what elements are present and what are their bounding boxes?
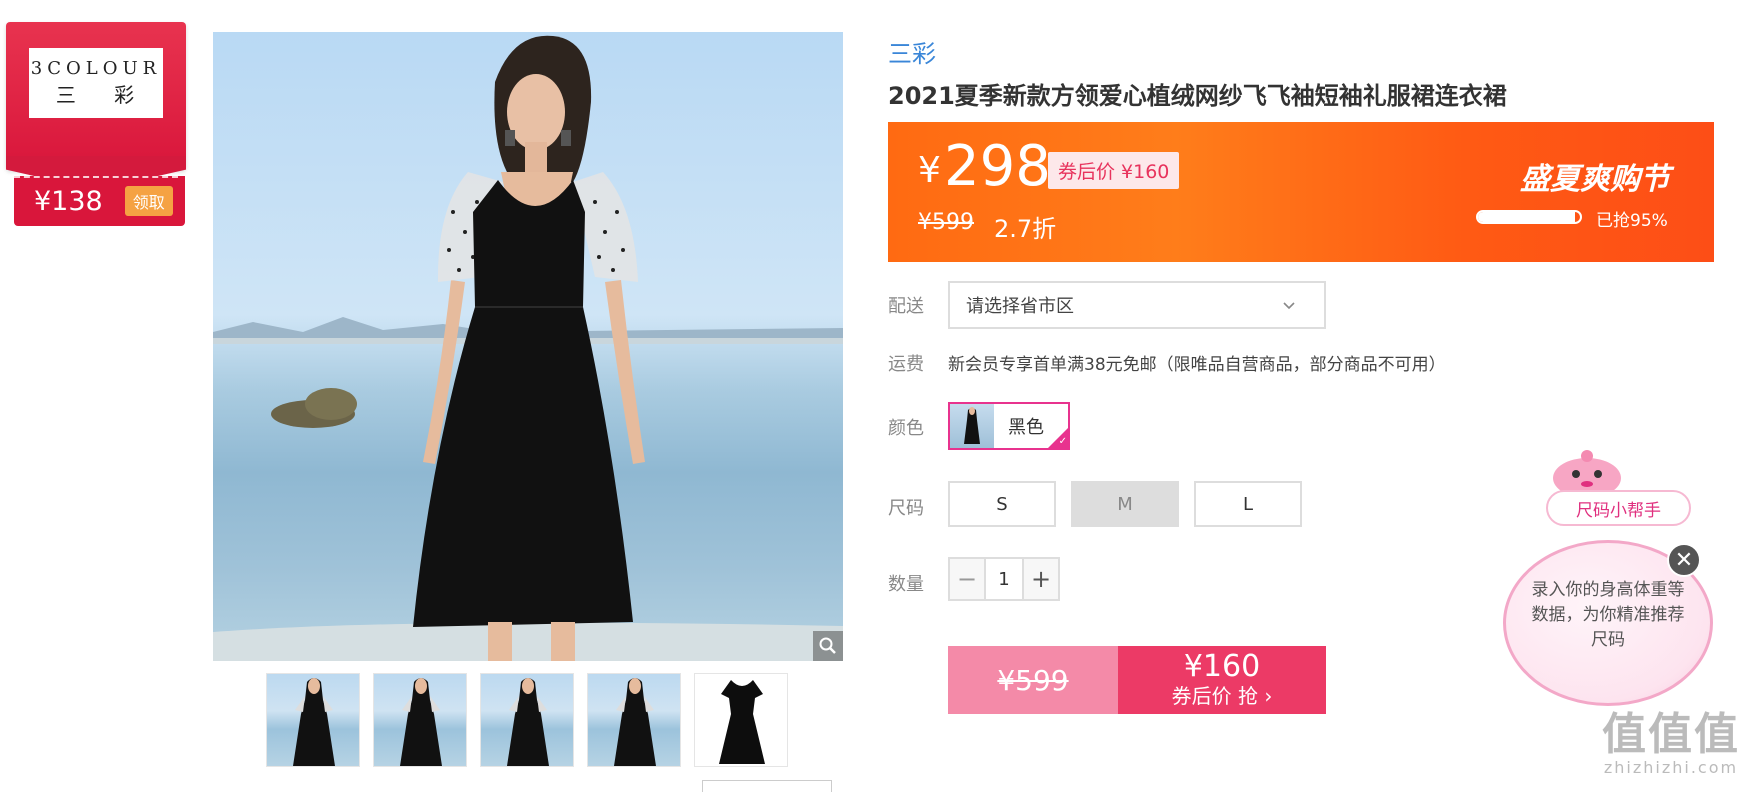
mascot-icon <box>1553 450 1621 496</box>
sold-progress-fill <box>1478 212 1575 222</box>
event-name: 盛夏爽购节 <box>1520 162 1670 197</box>
currency-symbol: ¥ <box>918 150 941 191</box>
brand-logo-en: 3COLOUR <box>30 58 162 79</box>
size-helper-text: 录入你的身高体重等数据，为你精准推荐尺码 <box>1531 580 1685 650</box>
main-product-image[interactable] <box>213 32 843 661</box>
color-label: 颜色 <box>888 418 924 439</box>
watermark: 值值值 zhizhizhi.com <box>1598 709 1744 778</box>
thumbnail-image[interactable] <box>587 673 681 767</box>
check-icon: ✓ <box>1048 428 1068 448</box>
thumbnail-image[interactable] <box>373 673 467 767</box>
brand-coupon-price: ¥138 <box>34 185 103 217</box>
price-banner: ¥ 298 券后价 ¥160 ¥599 2.7折 盛夏爽购节 已抢95% <box>888 122 1714 262</box>
get-coupon-button[interactable]: 领取 <box>124 186 173 216</box>
quantity-input[interactable]: 1 <box>984 559 1024 599</box>
size-label: 尺码 <box>888 498 924 519</box>
quantity-stepper: − 1 + <box>948 557 1060 601</box>
thumbnail-image[interactable] <box>480 673 574 767</box>
current-price: 298 <box>944 134 1051 199</box>
brand-logo: 3COLOUR 三 彩 <box>29 48 163 118</box>
brand-logo-zh: 三 彩 <box>55 83 151 107</box>
original-price: ¥599 <box>918 210 974 235</box>
close-icon[interactable]: ✕ <box>1667 543 1701 577</box>
size-helper-button[interactable]: 尺码小帮手 <box>1546 490 1691 526</box>
product-page: 3COLOUR 三 彩 ¥138 领取 三彩 2021夏季新款方领爱心植绒网纱飞… <box>0 0 1748 792</box>
chevron-down-icon <box>1283 302 1295 310</box>
watermark-url: zhizhizhi.com <box>1603 758 1739 777</box>
product-photo <box>213 35 843 661</box>
size-option-s[interactable]: S <box>948 481 1056 527</box>
discount-rate: 2.7折 <box>994 215 1057 243</box>
buy-original-price: ¥599 <box>997 663 1069 697</box>
freight-text: 新会员专享首单满38元免邮（限唯品自营商品，部分商品不可用） <box>948 355 1446 375</box>
color-swatch-image <box>950 404 994 448</box>
buy-action-label: 券后价 抢 › <box>1171 684 1273 708</box>
partial-control <box>702 780 832 792</box>
shipping-label: 配送 <box>888 296 924 317</box>
watermark-logo: 值值值 <box>1602 709 1740 760</box>
freight-label: 运费 <box>888 354 924 375</box>
brand-coupon-card[interactable]: 3COLOUR 三 彩 ¥138 领取 <box>6 22 186 227</box>
quantity-increase-button[interactable]: + <box>1024 559 1058 599</box>
region-select-value: 请选择省市区 <box>966 296 1074 317</box>
size-option-m[interactable]: M <box>1071 481 1179 527</box>
thumbnail-strip <box>266 673 788 767</box>
quantity-label: 数量 <box>888 574 924 595</box>
region-select[interactable]: 请选择省市区 <box>948 281 1326 329</box>
color-option-black[interactable]: 黑色 ✓ <box>948 402 1070 450</box>
magnifier-icon[interactable] <box>813 631 843 661</box>
sold-percent-text: 已抢95% <box>1596 211 1668 231</box>
coupon-divider <box>14 176 178 178</box>
thumbnail-image[interactable] <box>266 673 360 767</box>
brand-card-header: 3COLOUR 三 彩 <box>6 22 186 170</box>
sold-progress-bar <box>1476 210 1582 224</box>
color-option-label: 黑色 <box>1008 417 1044 438</box>
brand-coupon: ¥138 领取 <box>14 176 185 226</box>
brand-link[interactable]: 三彩 <box>888 34 936 69</box>
coupon-price-tag: 券后价 ¥160 <box>1048 152 1180 189</box>
size-option-l[interactable]: L <box>1194 481 1302 527</box>
buy-coupon-price: ¥160 <box>1183 649 1261 684</box>
original-price-block: ¥599 <box>948 646 1118 714</box>
thumbnail-image[interactable] <box>694 673 788 767</box>
buy-with-coupon-button[interactable]: ¥160 券后价 抢 › <box>1118 646 1326 714</box>
quantity-decrease-button[interactable]: − <box>950 559 984 599</box>
product-title: 2021夏季新款方领爱心植绒网纱飞飞袖短袖礼服裙连衣裙 <box>888 82 1507 110</box>
